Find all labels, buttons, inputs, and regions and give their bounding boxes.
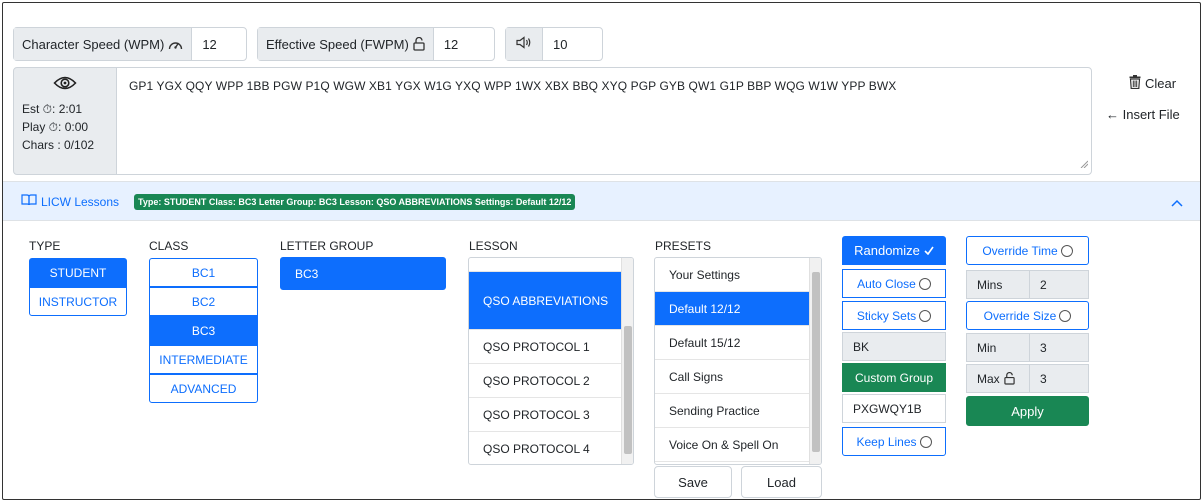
char-count: Chars : 0/102 bbox=[22, 138, 95, 152]
min-input[interactable]: 3 bbox=[1029, 333, 1089, 362]
keep-lines-toggle[interactable]: Keep Lines bbox=[842, 427, 946, 456]
insert-file-button[interactable]: ← Insert File bbox=[1106, 107, 1180, 122]
chevron-up-icon[interactable] bbox=[1170, 195, 1184, 213]
lessons-title: LICW Lessons bbox=[21, 194, 119, 209]
lessons-accordion-header[interactable]: LICW Lessons Type: STUDENT Class: BC3 Le… bbox=[3, 181, 1200, 221]
lesson-item[interactable]: QSO PROTOCOL 1 bbox=[469, 330, 623, 364]
sticky-sets-toggle[interactable]: Sticky Sets bbox=[842, 301, 946, 330]
preset-item[interactable]: Call Signs bbox=[655, 360, 811, 394]
preset-item[interactable]: Default 15/12 bbox=[655, 326, 811, 360]
class-advanced-button[interactable]: ADVANCED bbox=[149, 374, 258, 403]
eye-icon[interactable] bbox=[14, 74, 116, 100]
effective-speed-label: Effective Speed (FWPM) bbox=[258, 28, 434, 60]
mins-input[interactable]: 2 bbox=[1029, 270, 1089, 299]
type-header: TYPE bbox=[29, 239, 61, 253]
type-student-button[interactable]: STUDENT bbox=[29, 258, 127, 287]
class-bc2-button[interactable]: BC2 bbox=[149, 287, 258, 316]
lesson-item-selected[interactable]: QSO ABBREVIATIONS bbox=[469, 272, 623, 330]
radio-icon bbox=[1060, 244, 1073, 257]
override-size-toggle[interactable]: Override Size bbox=[966, 301, 1089, 330]
type-instructor-button[interactable]: INSTRUCTOR bbox=[29, 287, 127, 316]
morse-text: GP1 YGX QQY WPP 1BB PGW P1Q WGW XB1 YGX … bbox=[129, 79, 897, 93]
max-input[interactable]: 3 bbox=[1029, 364, 1089, 393]
volume-label bbox=[506, 28, 543, 60]
max-label: Max bbox=[966, 364, 1030, 393]
class-bc3-button[interactable]: BC3 bbox=[149, 316, 258, 345]
load-button[interactable]: Load bbox=[741, 466, 822, 498]
clear-button[interactable]: Clear bbox=[1129, 75, 1176, 92]
character-speed-label: Character Speed (WPM) bbox=[14, 28, 193, 60]
book-icon bbox=[21, 194, 37, 209]
custom-group-button[interactable]: Custom Group bbox=[842, 363, 946, 392]
play-time: Play ⏱: 0:00 bbox=[22, 120, 89, 134]
radio-icon bbox=[919, 309, 932, 322]
letter-group-bc3[interactable]: BC3 bbox=[280, 257, 446, 290]
preset-item[interactable]: Voice On & Spell On bbox=[655, 428, 811, 462]
character-speed-group: Character Speed (WPM) 12 bbox=[13, 27, 247, 61]
lesson-scroll-thumb[interactable] bbox=[624, 326, 632, 454]
mins-label: Mins bbox=[966, 270, 1030, 299]
volume-group: 10 bbox=[505, 27, 603, 61]
auto-close-toggle[interactable]: Auto Close bbox=[842, 269, 946, 298]
check-icon bbox=[924, 243, 934, 258]
lesson-item[interactable]: QSO PROTOCOL 3 bbox=[469, 398, 623, 432]
presets-scrollbar[interactable] bbox=[809, 258, 821, 464]
lesson-item[interactable]: QSO PROTOCOL 4 bbox=[469, 432, 623, 464]
class-bc1-button[interactable]: BC1 bbox=[149, 258, 258, 287]
min-label: Min bbox=[966, 333, 1030, 362]
morse-trainer-window: Character Speed (WPM) 12 Effective Speed… bbox=[2, 2, 1201, 500]
trash-icon bbox=[1129, 75, 1141, 92]
class-intermediate-button[interactable]: INTERMEDIATE bbox=[149, 345, 258, 374]
estimated-time: Est ⏱: 2:01 bbox=[22, 102, 83, 116]
apply-button[interactable]: Apply bbox=[966, 396, 1089, 426]
presets-header: PRESETS bbox=[655, 239, 712, 253]
presets-scroll-thumb[interactable] bbox=[812, 272, 820, 452]
radio-icon bbox=[918, 277, 931, 290]
radio-icon bbox=[919, 435, 932, 448]
lesson-scrollbar[interactable] bbox=[621, 258, 633, 464]
override-time-toggle[interactable]: Override Time bbox=[966, 236, 1089, 265]
effective-speed-input[interactable]: 12 bbox=[434, 28, 468, 60]
preset-item-selected[interactable]: Default 12/12 bbox=[655, 292, 811, 326]
lesson-list[interactable]: CHARACTERS QSO ABBREVIATIONS QSO PROTOCO… bbox=[468, 257, 634, 465]
speaker-icon bbox=[516, 36, 532, 52]
unlock-icon bbox=[413, 37, 425, 51]
lesson-header: LESSON bbox=[469, 239, 518, 253]
preset-item[interactable]: Sending Practice bbox=[655, 394, 811, 428]
effective-speed-group: Effective Speed (FWPM) 12 bbox=[257, 27, 495, 61]
preset-item[interactable]: Your Settings bbox=[655, 258, 811, 292]
unlock-icon bbox=[1003, 372, 1015, 385]
lesson-status-badge: Type: STUDENT Class: BC3 Letter Group: B… bbox=[134, 194, 576, 210]
sticky-sets-input[interactable]: BK bbox=[842, 332, 946, 361]
letter-group-header: LETTER GROUP bbox=[280, 239, 374, 253]
character-speed-input[interactable]: 12 bbox=[192, 28, 226, 60]
lesson-item[interactable]: CHARACTERS bbox=[469, 258, 623, 272]
radio-icon bbox=[1059, 309, 1072, 322]
volume-input[interactable]: 10 bbox=[543, 28, 577, 60]
morse-text-area[interactable]: GP1 YGX QQY WPP 1BB PGW P1Q WGW XB1 YGX … bbox=[116, 67, 1092, 175]
resize-grip-icon[interactable] bbox=[1080, 157, 1089, 171]
randomize-toggle[interactable]: Randomize bbox=[842, 236, 946, 265]
class-header: CLASS bbox=[149, 239, 189, 253]
custom-group-input[interactable]: PXGWQY1B bbox=[842, 394, 946, 423]
play-info-panel: Est ⏱: 2:01 Play ⏱: 0:00 Chars : 0/102 bbox=[13, 67, 117, 175]
lesson-item[interactable]: QSO PROTOCOL 2 bbox=[469, 364, 623, 398]
speedometer-icon bbox=[168, 38, 183, 51]
save-button[interactable]: Save bbox=[654, 466, 732, 498]
presets-list[interactable]: Your Settings Default 12/12 Default 15/1… bbox=[654, 257, 822, 465]
